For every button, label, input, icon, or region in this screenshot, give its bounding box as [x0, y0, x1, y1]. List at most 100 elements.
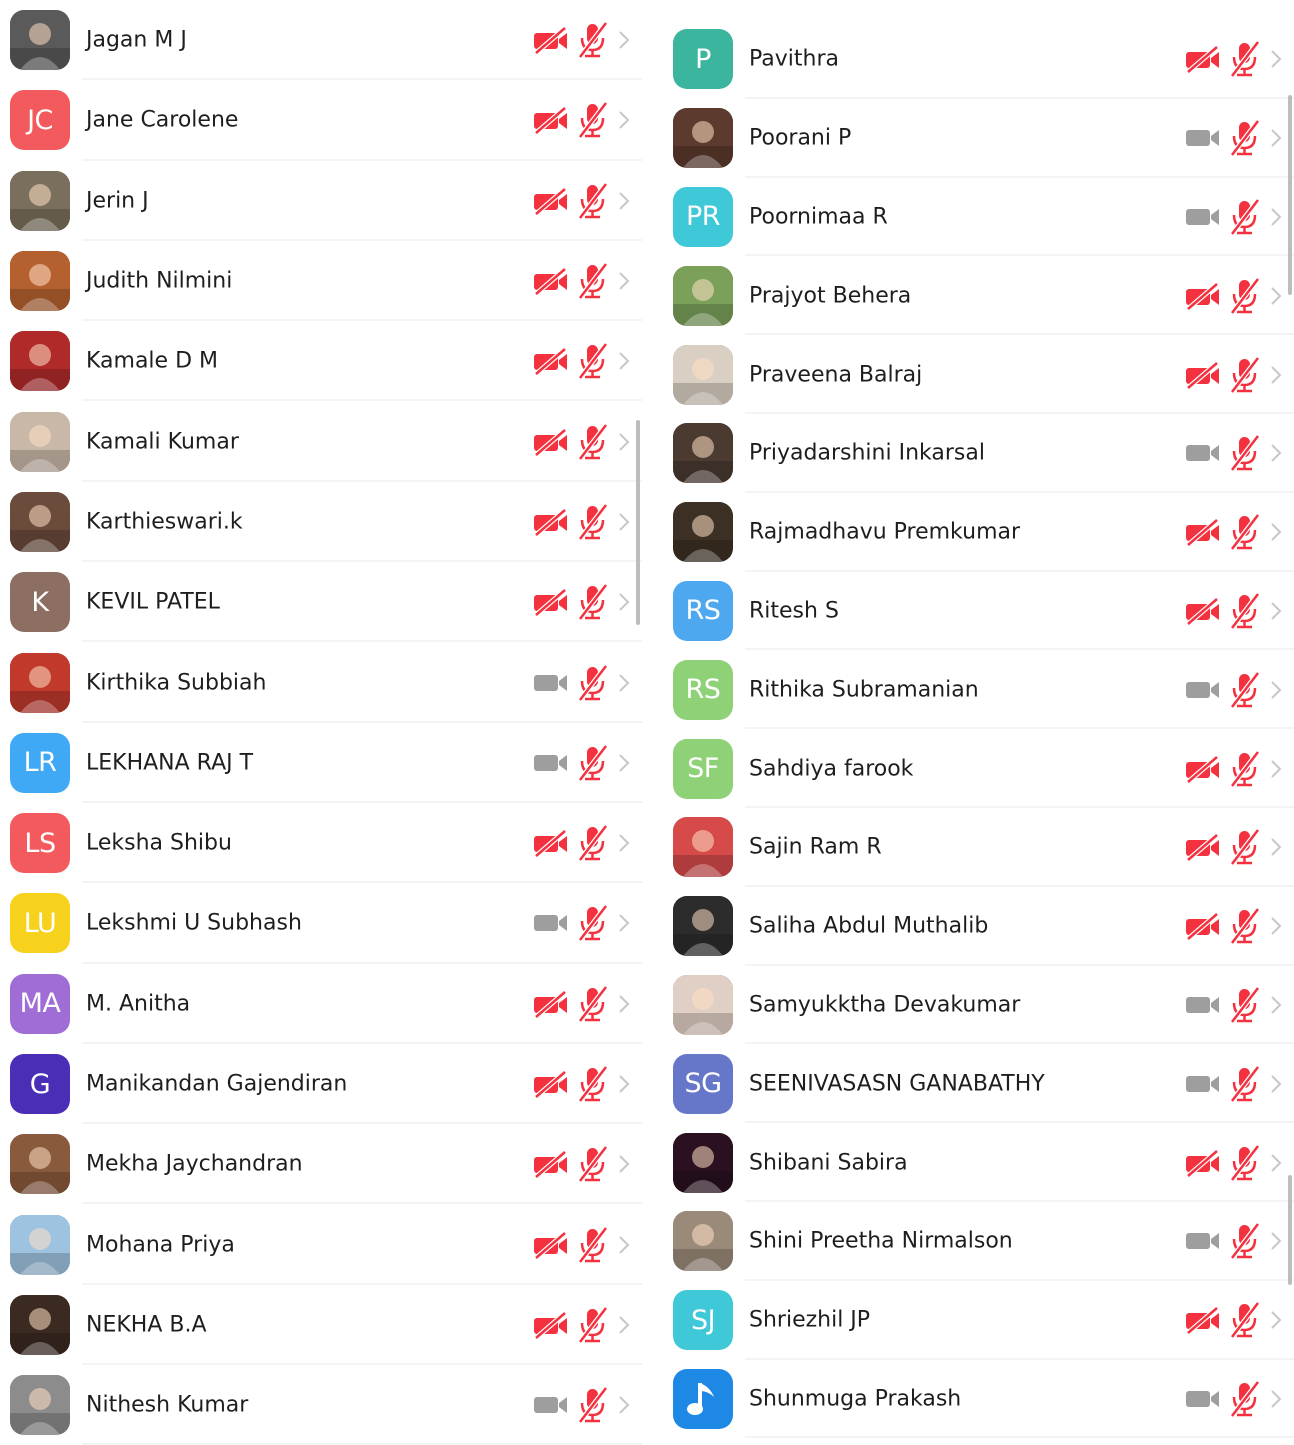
chevron-right-icon[interactable] [1268, 205, 1284, 229]
mic-off-icon[interactable] [574, 21, 612, 59]
mic-off-icon[interactable] [1226, 356, 1264, 394]
chevron-right-icon[interactable] [1268, 835, 1284, 859]
mic-off-icon[interactable] [1226, 907, 1264, 945]
video-off-icon[interactable] [1184, 281, 1222, 311]
mic-off-icon[interactable] [574, 583, 612, 621]
chevron-right-icon[interactable] [1268, 1229, 1284, 1253]
video-off-icon[interactable] [1184, 517, 1222, 548]
mic-off-icon[interactable] [1226, 1301, 1264, 1339]
video-on-icon[interactable] [1184, 125, 1222, 151]
video-on-icon[interactable] [1184, 1386, 1222, 1412]
participant-row[interactable]: Praveena Balraj [663, 335, 1294, 414]
video-off-icon[interactable] [532, 186, 570, 216]
participant-row[interactable]: Kamale D M [0, 321, 642, 402]
video-on-icon[interactable] [1184, 204, 1222, 230]
chevron-right-icon[interactable] [616, 911, 632, 935]
mic-off-icon[interactable] [1226, 1380, 1264, 1418]
participant-row[interactable]: P Pavithra [663, 20, 1294, 99]
scrollbar-left[interactable] [636, 420, 640, 625]
video-on-icon[interactable] [1184, 440, 1222, 466]
mic-off-icon[interactable] [1226, 671, 1264, 709]
participant-row[interactable]: K KEVIL PATEL [0, 562, 642, 643]
participant-row[interactable]: SG SEENIVASASN GANABATHY [663, 1044, 1294, 1124]
video-off-icon[interactable] [532, 1149, 570, 1180]
video-on-icon[interactable] [1184, 1071, 1222, 1097]
mic-off-icon[interactable] [574, 904, 612, 942]
participant-row[interactable]: Mohana Priya [0, 1204, 642, 1285]
mic-off-icon[interactable] [574, 985, 612, 1023]
chevron-right-icon[interactable] [616, 510, 632, 534]
chevron-right-icon[interactable] [1268, 599, 1284, 623]
participant-row[interactable]: G Manikandan Gajendiran [0, 1044, 642, 1125]
participant-row[interactable]: Jerin J [0, 161, 642, 241]
participant-row[interactable]: LU Lekshmi U Subhash [0, 883, 642, 964]
chevron-right-icon[interactable] [616, 992, 632, 1016]
video-off-icon[interactable] [1184, 596, 1222, 626]
chevron-right-icon[interactable] [1268, 284, 1284, 308]
mic-off-icon[interactable] [1226, 434, 1264, 472]
video-on-icon[interactable] [1184, 677, 1222, 703]
mic-off-icon[interactable] [574, 1386, 612, 1424]
participant-row[interactable]: Samyukktha Devakumar [663, 966, 1294, 1045]
chevron-right-icon[interactable] [616, 108, 632, 132]
video-off-icon[interactable] [532, 1230, 570, 1260]
chevron-right-icon[interactable] [616, 1393, 632, 1417]
mic-off-icon[interactable] [1226, 1065, 1264, 1103]
video-off-icon[interactable] [532, 507, 570, 537]
chevron-right-icon[interactable] [1268, 363, 1284, 387]
chevron-right-icon[interactable] [616, 269, 632, 293]
participant-row[interactable]: Judith Nilmini [0, 241, 642, 322]
video-off-icon[interactable] [532, 989, 570, 1019]
chevron-right-icon[interactable] [1268, 520, 1284, 544]
chevron-right-icon[interactable] [1268, 1151, 1284, 1175]
video-off-icon[interactable] [532, 25, 570, 56]
chevron-right-icon[interactable] [1268, 993, 1284, 1017]
chevron-right-icon[interactable] [616, 671, 632, 695]
chevron-right-icon[interactable] [616, 430, 632, 454]
chevron-right-icon[interactable] [616, 189, 632, 213]
mic-off-icon[interactable] [574, 262, 612, 300]
scrollbar-right-lower[interactable] [1288, 1175, 1292, 1285]
video-off-icon[interactable] [532, 828, 570, 859]
participant-row[interactable]: PR Poornimaa R [663, 178, 1294, 257]
chevron-right-icon[interactable] [616, 349, 632, 373]
mic-off-icon[interactable] [1226, 1144, 1264, 1182]
video-off-icon[interactable] [532, 1310, 570, 1340]
video-off-icon[interactable] [1184, 911, 1222, 942]
participant-row[interactable]: RS Ritesh S [663, 572, 1294, 651]
participant-row[interactable]: Saliha Abdul Muthalib [663, 887, 1294, 966]
chevron-right-icon[interactable] [616, 1313, 632, 1337]
participant-row[interactable]: Mekha Jaychandran [0, 1124, 642, 1205]
video-off-icon[interactable] [1184, 1305, 1222, 1336]
chevron-right-icon[interactable] [616, 1072, 632, 1096]
participant-row[interactable]: LR LEKHANA RAJ T [0, 723, 642, 803]
mic-off-icon[interactable] [574, 503, 612, 541]
mic-off-icon[interactable] [574, 1226, 612, 1264]
mic-off-icon[interactable] [574, 101, 612, 139]
mic-off-icon[interactable] [1226, 198, 1264, 236]
participant-row[interactable]: Nithesh Kumar [0, 1365, 642, 1445]
video-off-icon[interactable] [1184, 360, 1222, 390]
video-on-icon[interactable] [1184, 1228, 1222, 1254]
chevron-right-icon[interactable] [616, 831, 632, 855]
chevron-right-icon[interactable] [616, 1152, 632, 1176]
chevron-right-icon[interactable] [616, 28, 632, 52]
scrollbar-right[interactable] [1288, 95, 1292, 295]
participant-row[interactable]: Kirthika Subbiah [0, 642, 642, 723]
chevron-right-icon[interactable] [1268, 757, 1284, 781]
participant-row[interactable]: Kamali Kumar [0, 401, 642, 482]
video-off-icon[interactable] [532, 266, 570, 296]
mic-off-icon[interactable] [574, 824, 612, 862]
chevron-right-icon[interactable] [1268, 1072, 1284, 1096]
mic-off-icon[interactable] [1226, 828, 1264, 866]
mic-off-icon[interactable] [1226, 750, 1264, 788]
video-off-icon[interactable] [1184, 832, 1222, 863]
video-off-icon[interactable] [532, 105, 570, 136]
video-off-icon[interactable] [1184, 44, 1222, 75]
chevron-right-icon[interactable] [1268, 914, 1284, 938]
video-off-icon[interactable] [532, 346, 570, 377]
video-on-icon[interactable] [532, 670, 570, 696]
video-on-icon[interactable] [532, 750, 570, 776]
mic-off-icon[interactable] [574, 423, 612, 461]
video-off-icon[interactable] [532, 427, 570, 457]
